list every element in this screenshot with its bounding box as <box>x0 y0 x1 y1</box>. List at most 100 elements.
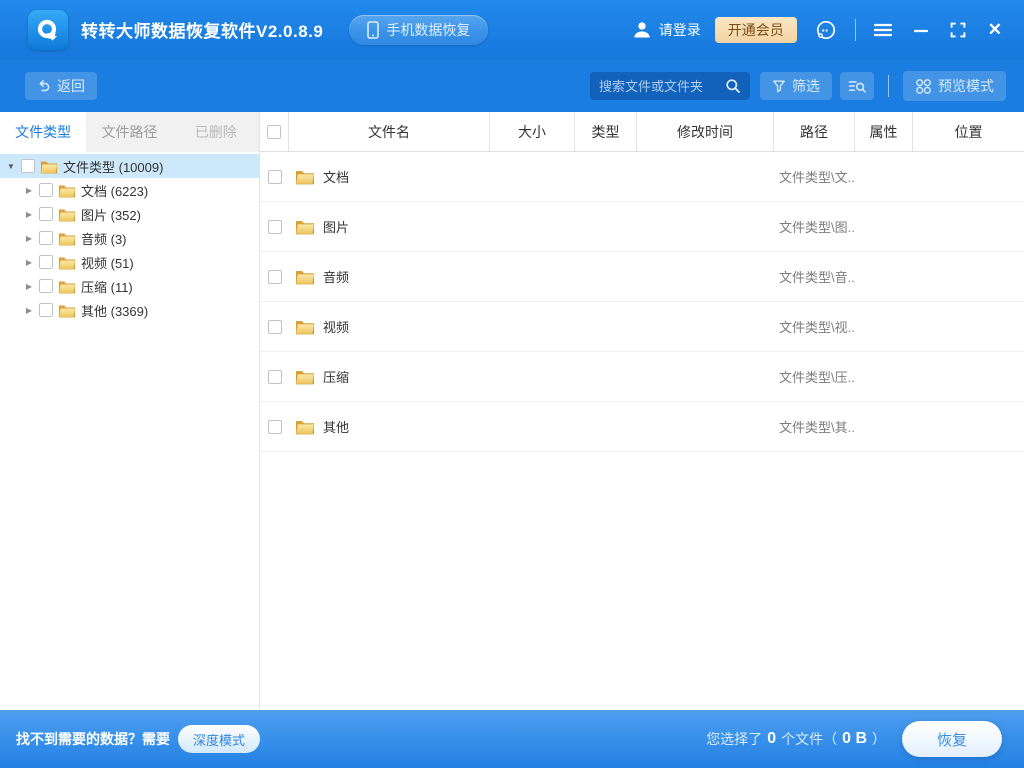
folder-icon <box>40 161 58 173</box>
deep-mode-button[interactable]: 深度模式 <box>178 725 261 753</box>
tree-item-video[interactable]: ▶ 视频 (51) <box>0 250 259 274</box>
search-in-results-button[interactable] <box>840 72 874 100</box>
row-checkbox[interactable] <box>267 369 282 384</box>
tree-item-audio[interactable]: ▶ 音频 (3) <box>0 226 259 250</box>
folder-icon <box>295 371 315 385</box>
tree-item-checkbox[interactable] <box>39 231 53 245</box>
tree-item-checkbox[interactable] <box>39 255 53 269</box>
collapsed-arrow-icon[interactable]: ▶ <box>24 258 34 267</box>
file-name: 压缩 <box>323 370 350 385</box>
login-button[interactable]: 请登录 <box>632 20 701 40</box>
tab-file-type[interactable]: 文件类型 <box>0 112 87 152</box>
tree-item-label: 图片 (352) <box>81 207 141 223</box>
column-header-type[interactable]: 类型 <box>575 112 637 151</box>
tree-item-label: 视频 (51) <box>81 255 134 271</box>
tree-item-checkbox[interactable] <box>39 279 53 293</box>
customer-service-button[interactable] <box>811 15 841 45</box>
menu-button[interactable] <box>870 19 896 41</box>
tree-item-label: 其他 (3369) <box>81 303 149 319</box>
tab-file-path[interactable]: 文件路径 <box>86 112 173 152</box>
table-row[interactable]: 音频 文件类型\音... <box>260 252 1024 302</box>
select-all-checkbox[interactable] <box>267 124 281 139</box>
selection-suffix: ） <box>872 731 886 747</box>
back-icon <box>39 80 50 92</box>
tab-deleted[interactable]: 已删除 <box>172 112 259 152</box>
row-checkbox[interactable] <box>267 419 282 434</box>
sidebar-tabs: 文件类型 文件路径 已删除 <box>0 112 259 152</box>
folder-icon <box>58 185 76 197</box>
column-header-size[interactable]: 大小 <box>490 112 575 151</box>
tree-item-pictures[interactable]: ▶ 图片 (352) <box>0 202 259 226</box>
column-header-path[interactable]: 路径 <box>774 112 855 151</box>
user-icon <box>632 20 652 40</box>
tree-root-label: 文件类型 (10009) <box>63 159 164 175</box>
collapsed-arrow-icon[interactable]: ▶ <box>24 306 34 315</box>
file-path: 文件类型\其... <box>779 420 855 435</box>
expanded-arrow-icon[interactable]: ▼ <box>6 162 16 171</box>
selection-count: 0 <box>767 730 777 747</box>
column-header-modified[interactable]: 修改时间 <box>637 112 774 151</box>
toolbar-divider <box>888 75 889 97</box>
recover-button[interactable]: 恢复 <box>902 721 1002 757</box>
table-row[interactable]: 视频 文件类型\视... <box>260 302 1024 352</box>
tree-item-checkbox[interactable] <box>39 303 53 317</box>
file-type-tree: ▼ 文件类型 (10009) ▶ 文档 (6223) ▶ 图片 (352) ▶ … <box>0 152 259 322</box>
tree-root-checkbox[interactable] <box>21 159 35 173</box>
file-path: 文件类型\视... <box>779 320 855 335</box>
row-checkbox[interactable] <box>267 269 282 284</box>
search-icon[interactable] <box>725 78 741 94</box>
content-area: 文件类型 文件路径 已删除 ▼ 文件类型 (10009) ▶ 文档 (6223)… <box>0 112 1024 710</box>
phone-recovery-button[interactable]: 手机数据恢复 <box>349 14 489 45</box>
tree-item-label: 音频 (3) <box>81 231 127 247</box>
filter-funnel-icon <box>773 80 785 93</box>
row-checkbox[interactable] <box>267 319 282 334</box>
toolbar: 返回 筛选 预览模式 <box>0 60 1024 112</box>
phone-icon <box>367 20 380 39</box>
open-vip-button[interactable]: 开通会员 <box>714 16 797 43</box>
close-button[interactable]: ✕ <box>984 16 1006 44</box>
table-row[interactable]: 文档 文件类型\文... <box>260 152 1024 202</box>
collapsed-arrow-icon[interactable]: ▶ <box>24 186 34 195</box>
minimize-button[interactable] <box>910 19 932 41</box>
folder-icon <box>58 209 76 221</box>
row-checkbox[interactable] <box>267 169 282 184</box>
folder-icon <box>58 281 76 293</box>
collapsed-arrow-icon[interactable]: ▶ <box>24 282 34 291</box>
filter-label: 筛选 <box>792 78 820 94</box>
app-title: 转转大师数据恢复软件V2.0.8.9 <box>81 22 324 41</box>
file-table: 文件名 大小 类型 修改时间 路径 属性 位置 文档 文件类型\文... 图片 … <box>260 112 1024 710</box>
table-row[interactable]: 压缩 文件类型\压... <box>260 352 1024 402</box>
folder-icon <box>295 221 315 235</box>
tree-item-archive[interactable]: ▶ 压缩 (11) <box>0 274 259 298</box>
table-row[interactable]: 图片 文件类型\图... <box>260 202 1024 252</box>
tree-item-checkbox[interactable] <box>39 207 53 221</box>
tree-root-file-type[interactable]: ▼ 文件类型 (10009) <box>0 154 259 178</box>
table-empty-area <box>260 452 1024 710</box>
tree-item-documents[interactable]: ▶ 文档 (6223) <box>0 178 259 202</box>
file-name: 音频 <box>323 270 350 285</box>
collapsed-arrow-icon[interactable]: ▶ <box>24 234 34 243</box>
back-label: 返回 <box>57 78 85 94</box>
tree-item-label: 压缩 (11) <box>81 279 133 295</box>
file-name: 视频 <box>323 320 350 335</box>
column-header-location[interactable]: 位置 <box>913 112 1024 151</box>
search-input[interactable] <box>599 78 719 94</box>
file-name: 文档 <box>323 170 350 185</box>
filter-button[interactable]: 筛选 <box>760 72 832 100</box>
column-header-attr[interactable]: 属性 <box>855 112 913 151</box>
column-header-filename[interactable]: 文件名 <box>289 112 490 151</box>
folder-icon <box>58 233 76 245</box>
file-path: 文件类型\图... <box>779 220 855 235</box>
fullscreen-button[interactable] <box>946 18 970 42</box>
table-row[interactable]: 其他 文件类型\其... <box>260 402 1024 452</box>
search-box <box>590 72 750 100</box>
preview-mode-button[interactable]: 预览模式 <box>903 71 1006 101</box>
collapsed-arrow-icon[interactable]: ▶ <box>24 210 34 219</box>
tree-item-other[interactable]: ▶ 其他 (3369) <box>0 298 259 322</box>
folder-icon <box>295 321 315 335</box>
row-checkbox[interactable] <box>267 219 282 234</box>
tree-item-checkbox[interactable] <box>39 183 53 197</box>
list-search-icon <box>848 80 866 93</box>
back-button[interactable]: 返回 <box>25 72 97 100</box>
phone-recovery-label: 手机数据恢复 <box>386 21 471 38</box>
